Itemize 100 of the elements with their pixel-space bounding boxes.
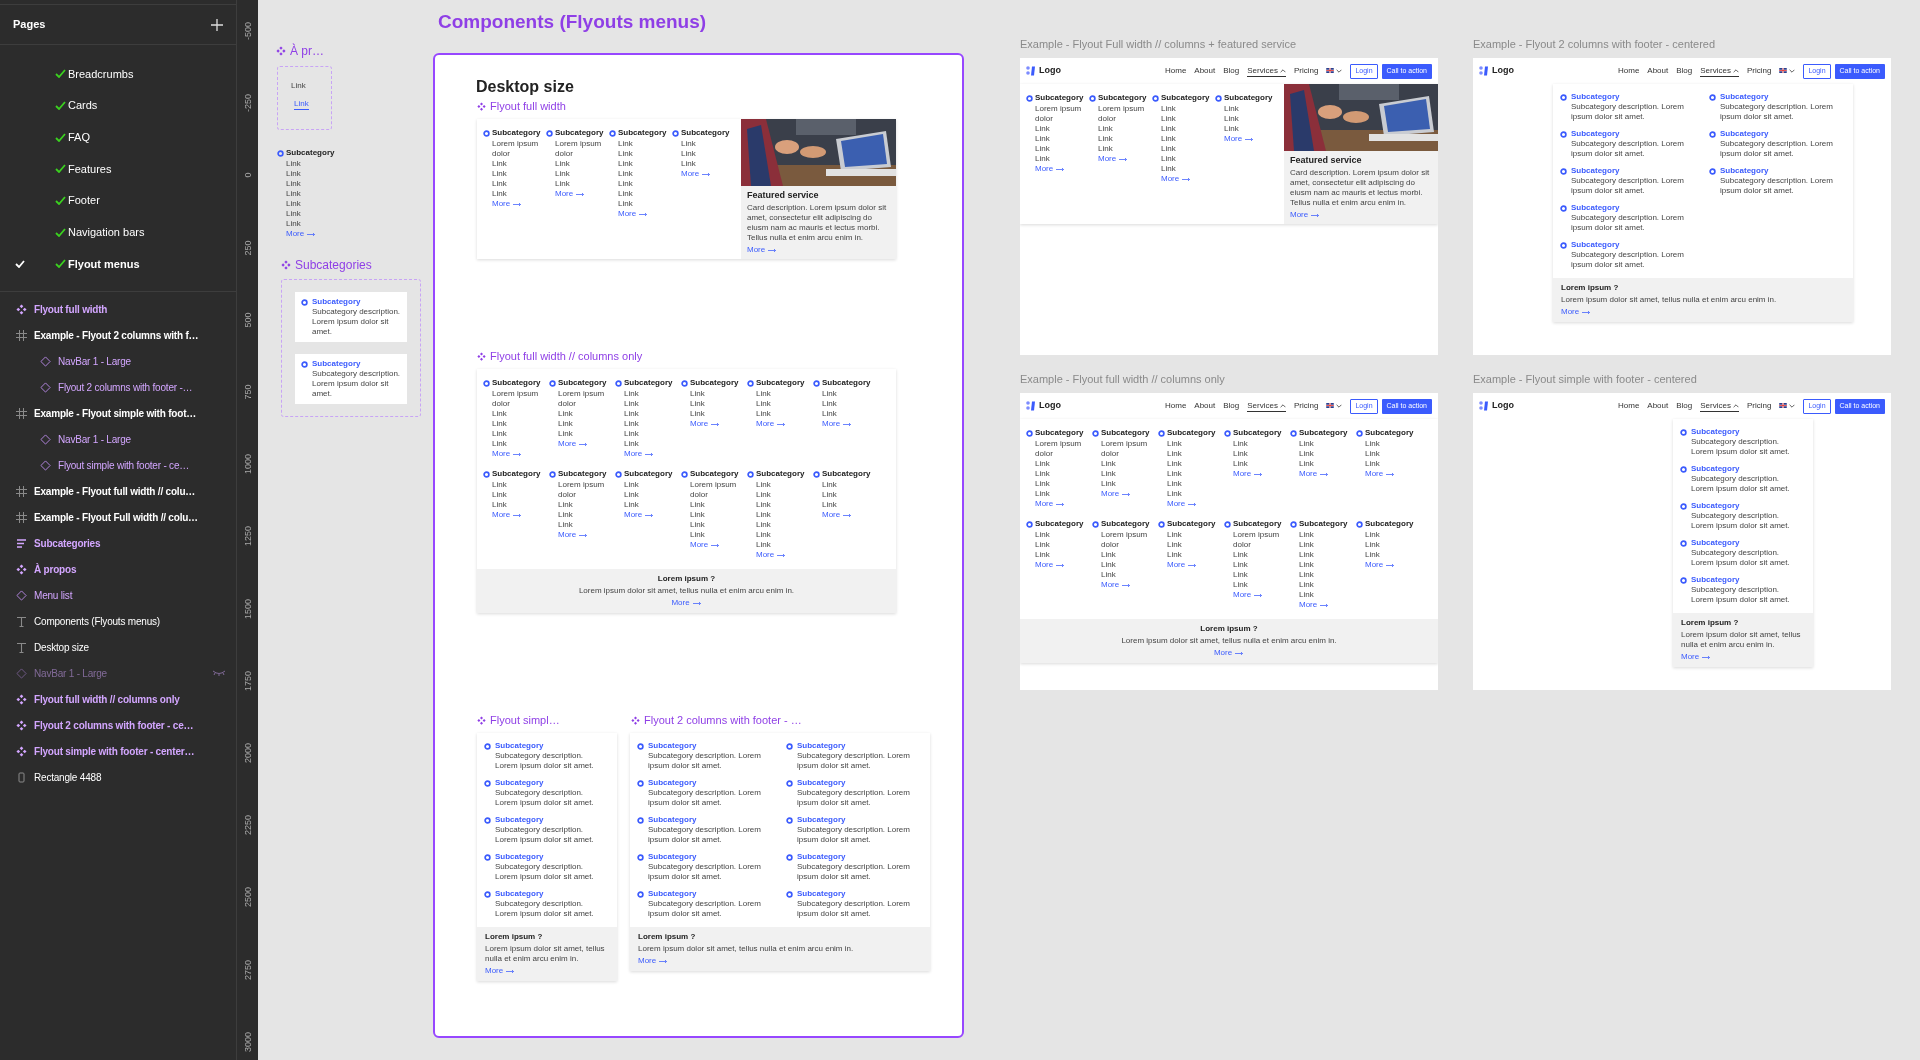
nav-link[interactable]: About xyxy=(1647,65,1669,77)
menu-link[interactable]: Link xyxy=(492,179,507,189)
subcategory-link[interactable]: Subcategory xyxy=(495,889,544,899)
menu-link[interactable]: Link xyxy=(492,429,507,439)
menu-link[interactable]: Link xyxy=(690,389,705,399)
more-link[interactable]: More xyxy=(485,966,516,976)
menu-link[interactable]: Link xyxy=(690,510,705,520)
more-link[interactable]: More xyxy=(1233,469,1264,479)
menu-link[interactable]: Link xyxy=(492,189,507,199)
more-link[interactable]: More xyxy=(1035,164,1066,174)
subcategory-link[interactable]: Subcategory xyxy=(1720,92,1769,102)
subcategory-link[interactable]: Subcategory xyxy=(648,778,697,788)
more-link[interactable]: More xyxy=(492,199,523,209)
language-selector[interactable] xyxy=(1779,401,1796,411)
subcategory-link[interactable]: Subcategory xyxy=(1691,575,1740,585)
page-item[interactable]: Footer xyxy=(0,184,236,217)
nav-dropdown[interactable]: Services xyxy=(1247,400,1286,412)
menu-link[interactable]: Link xyxy=(1035,124,1050,134)
menu-link[interactable]: Link xyxy=(1161,134,1176,144)
more-link[interactable]: More xyxy=(756,419,787,429)
menu-link[interactable]: Lorem ipsum dolor xyxy=(1101,530,1156,550)
menu-link[interactable]: Link xyxy=(756,480,771,490)
menu-link[interactable]: Link xyxy=(624,490,639,500)
layer-item[interactable]: Flyout 2 columns with footer - ce… xyxy=(0,712,236,738)
menu-link[interactable]: Link xyxy=(756,500,771,510)
more-link[interactable]: More xyxy=(747,245,778,255)
menu-link[interactable]: Link xyxy=(1365,459,1380,469)
nav-dropdown[interactable]: Services xyxy=(1700,400,1739,412)
subcategory-link[interactable]: Subcategory xyxy=(797,852,846,862)
menu-link[interactable]: Link xyxy=(1101,459,1116,469)
subcategory-link[interactable]: Subcategory xyxy=(495,741,544,751)
menu-link[interactable]: Link xyxy=(1167,489,1182,499)
menu-link[interactable]: Link xyxy=(1035,459,1050,469)
language-selector[interactable] xyxy=(1326,401,1343,411)
language-selector[interactable] xyxy=(1779,66,1796,76)
menu-link[interactable]: Link xyxy=(1167,449,1182,459)
menu-link[interactable]: Link xyxy=(618,189,633,199)
nav-link[interactable]: Home xyxy=(1165,400,1187,412)
menu-link[interactable]: Link xyxy=(1101,479,1116,489)
nav-link[interactable]: Home xyxy=(1618,400,1640,412)
menu-link[interactable]: Link xyxy=(1167,479,1182,489)
menu-link[interactable]: Lorem ipsum dolor xyxy=(558,389,613,409)
subcategory-link[interactable]: Subcategory xyxy=(1571,203,1620,213)
menu-link[interactable]: Link xyxy=(1365,540,1380,550)
menu-link[interactable]: Link xyxy=(1299,439,1314,449)
nav-link[interactable]: Pricing xyxy=(1293,65,1319,77)
menu-link[interactable]: Link xyxy=(1365,550,1380,560)
nav-link[interactable]: Home xyxy=(1618,65,1640,77)
menu-link[interactable]: Link xyxy=(492,480,507,490)
menu-link[interactable]: Link xyxy=(624,439,639,449)
menu-link[interactable]: Link xyxy=(756,510,771,520)
menu-link[interactable]: Lorem ipsum dolor xyxy=(558,480,613,500)
more-link[interactable]: More xyxy=(618,209,649,219)
menu-link[interactable]: Link xyxy=(1233,580,1248,590)
more-link[interactable]: More xyxy=(1035,560,1066,570)
menu-link[interactable]: Link xyxy=(555,179,570,189)
subcategory-link[interactable]: Subcategory xyxy=(1720,166,1769,176)
menu-link[interactable]: Link xyxy=(1035,469,1050,479)
subcategory-link[interactable]: Subcategory xyxy=(312,297,361,307)
menu-link[interactable]: Link xyxy=(1098,124,1113,134)
subcategory-link[interactable]: Subcategory xyxy=(495,778,544,788)
menu-link[interactable]: Link xyxy=(681,159,696,169)
more-link[interactable]: More xyxy=(1365,560,1396,570)
more-link[interactable]: More xyxy=(1681,652,1712,662)
more-link[interactable]: More xyxy=(1213,648,1245,658)
menu-link[interactable]: Lorem ipsum dolor xyxy=(1233,530,1288,550)
layer-item[interactable]: Example - Flyout simple with foot… xyxy=(0,400,236,426)
menu-link[interactable]: Link xyxy=(1167,469,1182,479)
subcategory-link[interactable]: Subcategory xyxy=(1571,92,1620,102)
menu-link[interactable]: Link xyxy=(1233,449,1248,459)
more-link[interactable]: More xyxy=(1098,154,1129,164)
more-link[interactable]: More xyxy=(681,169,712,179)
subcategory-link[interactable]: Subcategory xyxy=(1691,538,1740,548)
more-link[interactable]: More xyxy=(638,956,669,966)
menu-link[interactable]: Link xyxy=(624,419,639,429)
menu-link[interactable]: Link xyxy=(756,490,771,500)
menu-link[interactable]: Link xyxy=(1224,124,1239,134)
menu-link[interactable]: Link xyxy=(555,159,570,169)
menu-link[interactable]: Link xyxy=(1167,439,1182,449)
menu-link[interactable]: Link xyxy=(492,439,507,449)
menu-link[interactable]: Link xyxy=(492,490,507,500)
menu-link[interactable]: Link xyxy=(624,500,639,510)
menu-link[interactable]: Link xyxy=(291,81,306,91)
subcategory-link[interactable]: Subcategory xyxy=(1720,129,1769,139)
menu-link[interactable]: Link xyxy=(1101,560,1116,570)
menu-link[interactable]: Link xyxy=(555,169,570,179)
subcategory-link[interactable]: Subcategory xyxy=(495,815,544,825)
subcategory-link[interactable]: Subcategory xyxy=(797,741,846,751)
menu-link[interactable]: Link xyxy=(690,530,705,540)
menu-link[interactable]: Link xyxy=(1365,530,1380,540)
more-link[interactable]: More xyxy=(555,189,586,199)
subcategory-link[interactable]: Subcategory xyxy=(648,852,697,862)
nav-link[interactable]: About xyxy=(1194,65,1216,77)
nav-link[interactable]: Home xyxy=(1165,65,1187,77)
more-link[interactable]: More xyxy=(690,419,721,429)
more-link[interactable]: More xyxy=(1167,499,1198,509)
menu-link[interactable]: Link xyxy=(822,480,837,490)
menu-link[interactable]: Link xyxy=(690,520,705,530)
layer-item[interactable]: Flyout full width xyxy=(0,296,236,322)
menu-link[interactable]: Link xyxy=(624,409,639,419)
